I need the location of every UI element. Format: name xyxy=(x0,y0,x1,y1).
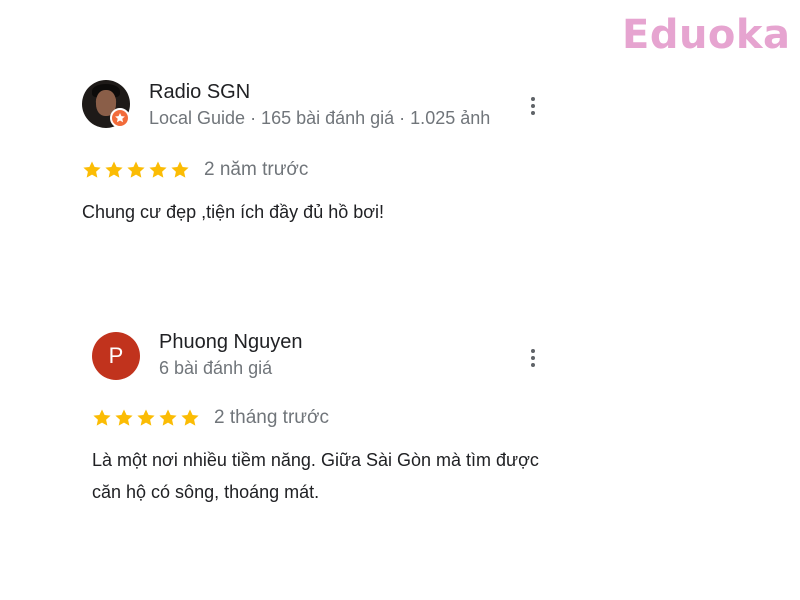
review-card: P Phuong Nguyen 6 bài đánh giá 2 tháng t… xyxy=(92,328,562,508)
reviewer-info: Phuong Nguyen 6 bài đánh giá xyxy=(159,328,529,381)
page: Eduoka Radio SGN Local Guide · 165 bài đ… xyxy=(0,0,800,600)
reviewer-meta: Local Guide · 165 bài đánh giá · 1.025 ả… xyxy=(149,108,491,128)
local-guide-star-icon xyxy=(110,108,130,128)
review-text: Chung cư đẹp ,tiện ích đầy đủ hồ bơi! xyxy=(82,202,385,222)
brand-logo: Eduoka xyxy=(622,12,791,58)
more-options-button[interactable] xyxy=(524,94,542,118)
avatar-letter: P xyxy=(108,343,124,368)
review-card: Radio SGN Local Guide · 165 bài đánh giá… xyxy=(82,78,552,228)
star-icon xyxy=(171,161,189,178)
review-header: Radio SGN Local Guide · 165 bài đánh giá… xyxy=(82,78,552,158)
reviewer-info: Radio SGN Local Guide · 165 bài đánh giá… xyxy=(149,78,519,131)
rating-row: 2 tháng trước xyxy=(92,406,562,430)
rating-row: 2 năm trước xyxy=(82,158,552,182)
star-icon xyxy=(127,161,145,178)
star-icon xyxy=(149,161,167,178)
star-icon xyxy=(93,409,111,426)
more-options-button[interactable] xyxy=(524,346,542,370)
star-icon xyxy=(105,161,123,178)
reviewer-name[interactable]: Radio SGN xyxy=(149,78,519,106)
reviewer-meta: 6 bài đánh giá xyxy=(159,358,273,378)
review-date: 2 tháng trước xyxy=(214,407,329,428)
star-icon xyxy=(137,409,155,426)
star-rating xyxy=(82,160,192,180)
review-text: Là một nơi nhiều tiềm năng. Giữa Sài Gòn… xyxy=(92,450,539,502)
star-icon xyxy=(83,161,101,178)
more-vert-icon xyxy=(531,97,535,101)
review-date: 2 năm trước xyxy=(204,159,309,180)
star-icon xyxy=(181,409,199,426)
reviewer-name[interactable]: Phuong Nguyen xyxy=(159,328,529,356)
more-vert-icon xyxy=(531,349,535,353)
review-header: P Phuong Nguyen 6 bài đánh giá xyxy=(92,328,562,406)
star-rating xyxy=(92,408,202,428)
avatar[interactable]: P xyxy=(92,332,140,380)
star-icon xyxy=(115,409,133,426)
star-icon xyxy=(159,409,177,426)
